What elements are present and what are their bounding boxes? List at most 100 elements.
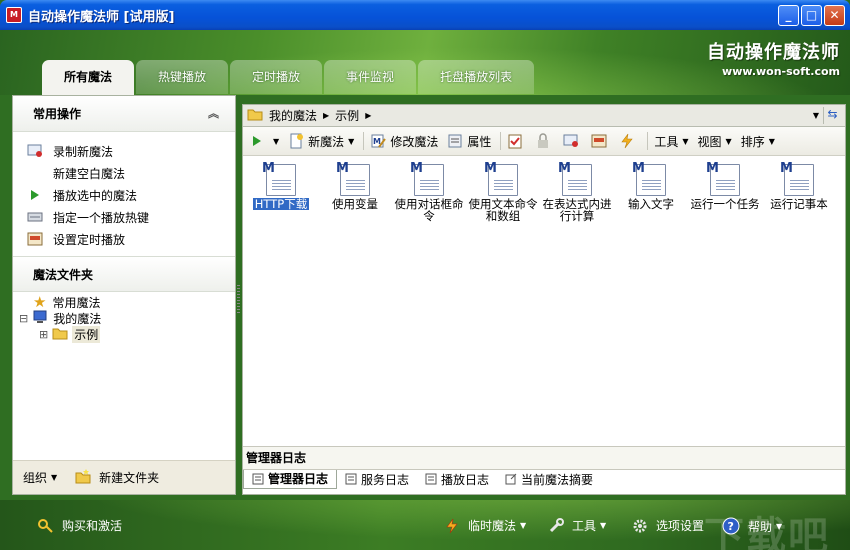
address-dropdown-icon[interactable]: ▼ [813,111,819,120]
file-item[interactable]: M 输入文字 [614,162,688,210]
log-tab-playback[interactable]: 播放日志 [417,470,497,489]
magic-file-icon: M [780,162,814,196]
properties-button[interactable]: 属性 [447,133,491,150]
status-bar: 下载吧 购买和激活 临时魔法 ▼ 工具 ▼ 选项设置 ? 帮助 ▼ [0,500,850,550]
chevron-right-icon: ▶ [323,111,330,120]
file-item[interactable]: M 使用文本命令和数组 [466,162,540,223]
buy-activate-button[interactable]: 购买和激活 [38,517,122,534]
file-label: 运行一个任务 [690,197,760,211]
address-root[interactable]: 我的魔法 [269,107,317,124]
edit-icon: M [370,133,387,149]
log-tab-manager[interactable]: 管理器日志 [243,469,338,489]
tab-hotkey-play[interactable]: 热键播放 [136,60,229,94]
op-label: 录制新魔法 [53,144,114,159]
file-item[interactable]: M 在表达式内进行计算 [540,162,614,223]
play-icon [27,188,43,202]
lock-button[interactable] [535,133,555,149]
checklist-button[interactable] [507,133,527,149]
log-icon [252,473,264,485]
panel-splitter[interactable] [237,285,240,313]
tab-tray-playlist[interactable]: 托盘播放列表 [418,60,535,94]
file-item[interactable]: M 运行记事本 [762,162,836,211]
magic-file-icon: M [410,162,444,196]
lightning-icon [619,133,635,149]
collapse-icon[interactable]: ︽ [208,96,219,132]
magic-file-icon: M [484,162,518,196]
magic-file-icon: M [336,162,370,196]
chevron-down-icon: ▼ [51,473,58,482]
address-current[interactable]: 示例 [335,107,359,124]
summary-icon [505,473,517,485]
record-button[interactable] [563,133,583,149]
collapse-tree-icon[interactable]: ⊟ [19,312,28,325]
tab-timed-play[interactable]: 定时播放 [230,60,323,94]
help-menu[interactable]: ? 帮助 ▼ [722,517,782,535]
op-set-timer[interactable]: 设置定时播放 [13,228,235,250]
tools-status-menu[interactable]: 工具 ▼ [548,517,606,534]
chevron-down-icon: ▼ [776,521,783,531]
title-bar[interactable]: M 自动操作魔法师 [试用版] _ □ ✕ [0,0,850,30]
help-icon: ? [722,517,740,535]
timer-icon [591,133,607,149]
chevron-down-icon: ▼ [768,136,775,146]
tab-event-monitor[interactable]: 事件监视 [324,60,417,94]
folder-icon [52,326,68,343]
play-icon [249,133,265,149]
edit-magic-button[interactable]: M 修改魔法 [370,133,438,150]
op-play-selected[interactable]: 播放选中的魔法 [13,184,235,206]
new-magic-button[interactable]: 新魔法 ▼ [288,133,354,150]
refresh-icon[interactable]: ⇆ [823,107,841,124]
tools-menu[interactable]: 工具 ▼ [654,133,688,150]
tab-all-magic[interactable]: 所有魔法 [42,60,135,96]
op-record-new[interactable]: 录制新魔法 [13,140,235,162]
file-label: 使用文本命令和数组 [468,197,538,223]
op-label: 指定一个播放热键 [53,210,150,225]
minimize-button[interactable]: _ [778,5,799,26]
temp-magic-menu[interactable]: 临时魔法 ▼ [444,517,526,534]
new-doc-icon [288,133,304,149]
expand-tree-icon[interactable]: ⊞ [39,328,48,341]
file-label: 运行记事本 [770,197,828,211]
play-button[interactable]: ▼ [249,133,279,149]
window-title: 自动操作魔法师 [试用版] [28,9,175,25]
options-button[interactable]: 选项设置 [632,517,704,534]
tree-item-my-magic[interactable]: ⊟ 我的魔法 [13,310,235,326]
log-tab-summary[interactable]: 当前魔法摘要 [497,470,601,489]
log-area: 管理器日志 管理器日志 服务日志 播放日志 当前魔法摘要 [243,446,845,494]
op-label: 播放选中的魔法 [53,188,138,203]
tree-item-favorites[interactable]: ★ 常用魔法 [13,294,235,310]
folders-title: 魔法文件夹 [33,268,94,282]
brand-name: 自动操作魔法师 [707,42,840,63]
tree-label: 常用魔法 [52,295,101,310]
file-item[interactable]: M 使用变量 [318,162,392,211]
timer-button[interactable] [591,133,611,149]
sort-menu[interactable]: 排序 ▼ [741,133,775,150]
tree-label: 我的魔法 [53,311,102,326]
magic-file-icon: M [706,162,740,196]
file-item[interactable]: M 运行一个任务 [688,162,762,211]
op-assign-hotkey[interactable]: 指定一个播放热键 [13,206,235,228]
left-panel: 常用操作 ︽ 录制新魔法 新建空白魔法 播放选中的魔法 指定一个播放热键 设置定… [12,95,236,495]
close-button[interactable]: ✕ [824,5,845,26]
log-tab-service[interactable]: 服务日志 [337,470,417,489]
chevron-down-icon: ▼ [520,521,527,530]
file-label: 在表达式内进行计算 [542,197,612,223]
common-ops-header[interactable]: 常用操作 ︽ [13,96,235,132]
organize-menu[interactable]: 组织 ▼ [23,469,57,486]
maximize-button[interactable]: □ [801,5,822,26]
address-bar[interactable]: 我的魔法 ▶ 示例 ▶ ▼ ⇆ [243,105,845,127]
common-ops-list: 录制新魔法 新建空白魔法 播放选中的魔法 指定一个播放热键 设置定时播放 [13,132,235,256]
left-footer: 组织 ▼ 新建文件夹 [13,460,235,494]
lightning-button[interactable] [619,133,639,149]
view-menu[interactable]: 视图 ▼ [698,133,732,150]
file-item[interactable]: M HTTP下载 [244,162,318,210]
file-label: 使用变量 [332,197,378,211]
file-item[interactable]: M 使用对话框命令 [392,162,466,222]
keyboard-icon [27,210,43,224]
log-icon [425,473,437,485]
chevron-down-icon: ▼ [273,136,280,146]
svg-text:?: ? [728,520,734,533]
tree-item-examples[interactable]: ⊞ 示例 [13,325,235,343]
op-new-blank[interactable]: 新建空白魔法 [13,162,235,184]
new-folder-button[interactable]: 新建文件夹 [75,468,159,487]
